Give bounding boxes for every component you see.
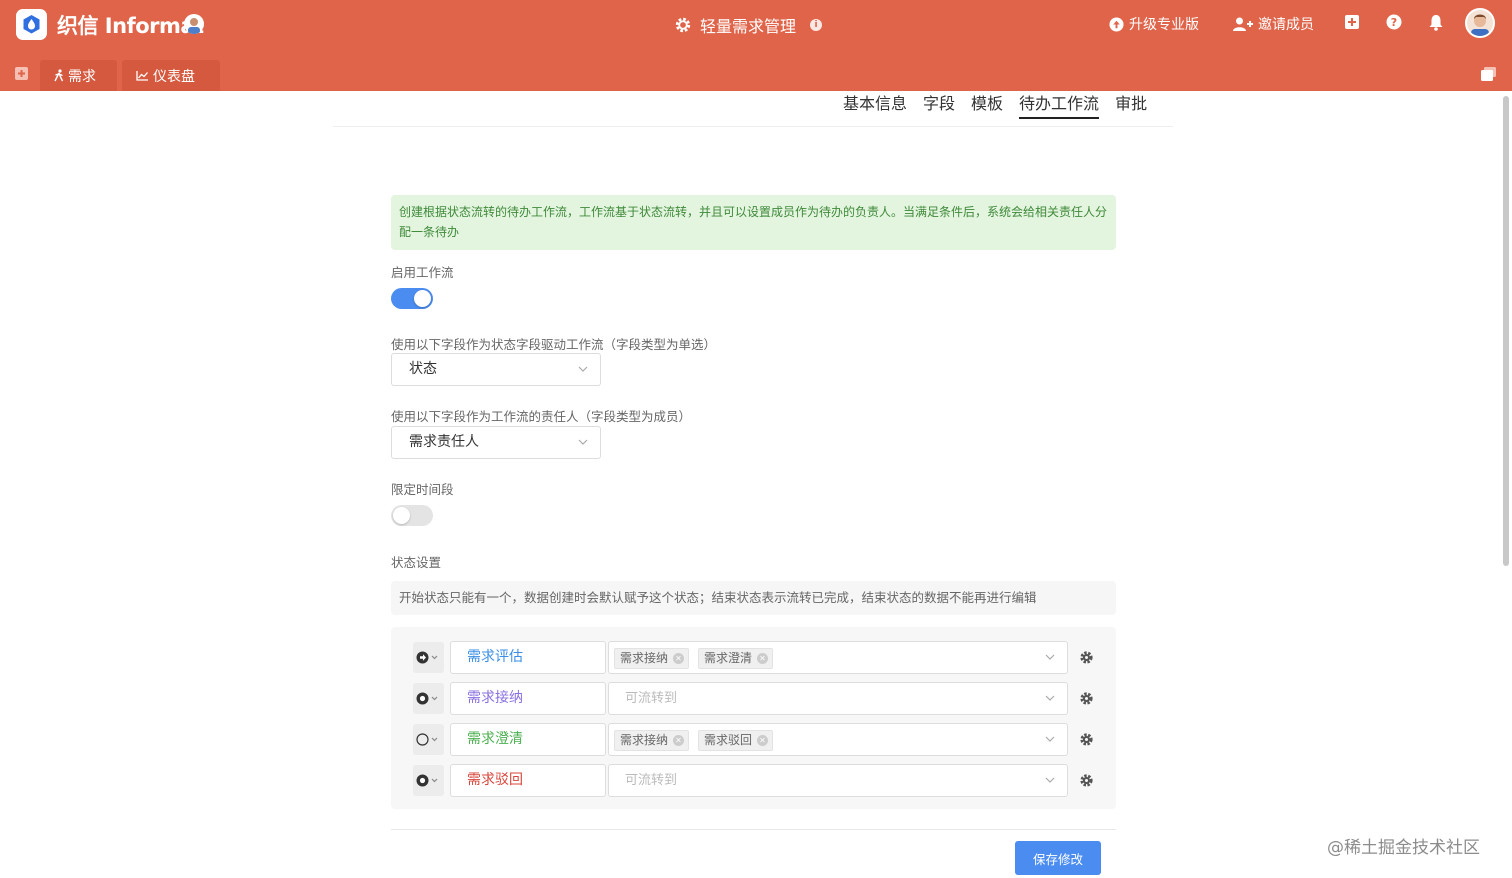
- status-name-input[interactable]: 需求驳回: [450, 764, 606, 797]
- add-square-icon[interactable]: [1344, 14, 1362, 32]
- app-title: 轻量需求管理: [700, 17, 797, 36]
- end-dot-icon: [416, 692, 438, 705]
- chevron-down-icon: [578, 366, 588, 372]
- target-chip-label: 需求接纳: [620, 733, 669, 747]
- toggle-knob: [414, 290, 431, 307]
- chevron-down-icon: [578, 439, 588, 445]
- status-hint: 开始状态只能有一个，数据创建时会默认赋予这个状态；结束状态表示流转已完成，结束状…: [391, 581, 1116, 615]
- circle-outline-icon: [416, 733, 438, 746]
- workflow-notice: 创建根据状态流转的待办工作流，工作流基于状态流转，并且可以设置成员作为待办的负责…: [391, 195, 1116, 250]
- settings-tabs: 基本信息 字段 模板 待办工作流 审批: [843, 90, 1147, 119]
- invite-button[interactable]: 邀请成员: [1233, 14, 1314, 34]
- tab-approval[interactable]: 审批: [1115, 90, 1147, 119]
- status-field-value: 状态: [409, 361, 437, 377]
- gear-icon[interactable]: [1079, 691, 1094, 706]
- save-button[interactable]: 保存修改: [1015, 841, 1101, 875]
- remove-chip-icon[interactable]: ✕: [757, 735, 769, 746]
- user-avatar[interactable]: [1465, 8, 1495, 38]
- status-list: 需求评估 需求接纳 ✕ 需求澄清 ✕ 需求接纳 可流转到 需求澄清 需求接纳 ✕ 需求…: [391, 627, 1116, 809]
- time-limit-label: 限定时间段: [391, 482, 454, 497]
- nav-tab-label: 需求: [68, 68, 96, 85]
- add-user-icon: [1233, 17, 1253, 31]
- enable-workflow-label: 启用工作流: [391, 265, 454, 280]
- gear-icon[interactable]: [1079, 732, 1094, 747]
- nav-tab-requirements[interactable]: 需求: [40, 60, 117, 91]
- targets-placeholder: 可流转到: [625, 691, 678, 706]
- status-row: 需求驳回 可流转到: [391, 764, 1116, 797]
- status-row: 需求澄清 需求接纳 ✕ 需求驳回 ✕: [391, 723, 1116, 756]
- chevron-down-icon: [1045, 736, 1055, 742]
- help-icon[interactable]: ?: [1386, 14, 1404, 32]
- status-type-select[interactable]: [413, 642, 444, 673]
- status-field-label: 使用以下字段作为状态字段驱动工作流（字段类型为单选）: [391, 337, 717, 352]
- status-targets-select[interactable]: 可流转到: [608, 682, 1068, 715]
- status-settings-label: 状态设置: [391, 555, 442, 570]
- tab-todo-workflow[interactable]: 待办工作流: [1019, 90, 1100, 119]
- tab-fields[interactable]: 字段: [923, 90, 955, 119]
- brand-name: 织信 Informat: [57, 14, 204, 38]
- status-targets-select[interactable]: 需求接纳 ✕ 需求驳回 ✕: [608, 723, 1068, 756]
- svg-text:?: ?: [1391, 16, 1397, 29]
- status-type-select[interactable]: [413, 765, 444, 796]
- bell-icon[interactable]: [1428, 14, 1446, 32]
- upload-circle-icon: [1109, 16, 1124, 32]
- owner-field-label: 使用以下字段作为工作流的责任人（字段类型为成员）: [391, 409, 692, 424]
- remove-chip-icon[interactable]: ✕: [757, 653, 769, 664]
- chevron-down-icon: [1045, 654, 1055, 660]
- tab-templates[interactable]: 模板: [971, 90, 1003, 119]
- nav-tab-label: 仪表盘: [153, 68, 195, 85]
- info-icon[interactable]: i: [810, 19, 823, 31]
- app-title-group[interactable]: 轻量需求管理 i: [674, 13, 823, 37]
- target-chip: 需求接纳 ✕: [614, 648, 690, 669]
- status-name-input[interactable]: 需求澄清: [450, 723, 606, 756]
- tab-basic-info[interactable]: 基本信息: [843, 90, 907, 119]
- gear-icon[interactable]: [1079, 773, 1094, 788]
- status-row: 需求评估 需求接纳 ✕ 需求澄清 ✕: [391, 641, 1116, 674]
- status-field-select[interactable]: 状态: [391, 353, 601, 386]
- gear-icon[interactable]: [1079, 650, 1094, 665]
- status-targets-select[interactable]: 可流转到: [608, 764, 1068, 797]
- logo-icon[interactable]: [16, 9, 47, 40]
- status-row: 需求接纳 可流转到: [391, 682, 1116, 715]
- remove-chip-icon[interactable]: ✕: [673, 735, 685, 746]
- target-chip-label: 需求接纳: [620, 651, 669, 665]
- enable-workflow-toggle[interactable]: [391, 288, 433, 309]
- upgrade-button[interactable]: 升级专业版: [1109, 14, 1199, 34]
- owner-field-select[interactable]: 需求责任人: [391, 426, 601, 459]
- owner-field-value: 需求责任人: [409, 434, 479, 450]
- person-run-icon: [54, 69, 64, 82]
- target-chip: 需求澄清 ✕: [698, 648, 774, 669]
- footer-divider: [391, 829, 1116, 830]
- start-arrow-icon: [416, 651, 438, 664]
- target-chip: 需求驳回 ✕: [698, 730, 774, 751]
- upgrade-label: 升级专业版: [1129, 17, 1199, 33]
- status-name-input[interactable]: 需求接纳: [450, 682, 606, 715]
- targets-placeholder: 可流转到: [625, 773, 678, 788]
- workspace-avatar-icon[interactable]: [184, 14, 204, 34]
- chevron-down-icon: [1045, 777, 1055, 783]
- status-targets-select[interactable]: 需求接纳 ✕ 需求澄清 ✕: [608, 641, 1068, 674]
- top-header: 织信 Informat 轻量需求管理 i 升级专业版 邀请成员 ? 需求 仪表盘: [0, 0, 1512, 91]
- time-limit-toggle[interactable]: [391, 505, 433, 526]
- target-chip-label: 需求驳回: [704, 733, 753, 747]
- nav-tab-dashboard[interactable]: 仪表盘: [122, 60, 220, 91]
- target-chip-label: 需求澄清: [704, 651, 753, 665]
- vertical-scrollbar[interactable]: [1503, 96, 1509, 566]
- line-chart-icon: [136, 71, 148, 81]
- remove-chip-icon[interactable]: ✕: [673, 653, 685, 664]
- status-type-select[interactable]: [413, 683, 444, 714]
- target-chip: 需求接纳 ✕: [614, 730, 690, 751]
- chevron-down-icon: [1045, 695, 1055, 701]
- gear-icon: [675, 17, 691, 33]
- copy-window-icon[interactable]: [1481, 67, 1496, 81]
- status-type-select[interactable]: [413, 724, 444, 755]
- watermark: @稀土掘金技术社区: [1327, 838, 1480, 858]
- add-tab-icon[interactable]: [15, 67, 29, 81]
- end-dot-icon: [416, 774, 438, 787]
- tabs-divider: [333, 126, 1173, 127]
- status-name-input[interactable]: 需求评估: [450, 641, 606, 674]
- invite-label: 邀请成员: [1258, 17, 1314, 33]
- toggle-knob: [393, 507, 410, 524]
